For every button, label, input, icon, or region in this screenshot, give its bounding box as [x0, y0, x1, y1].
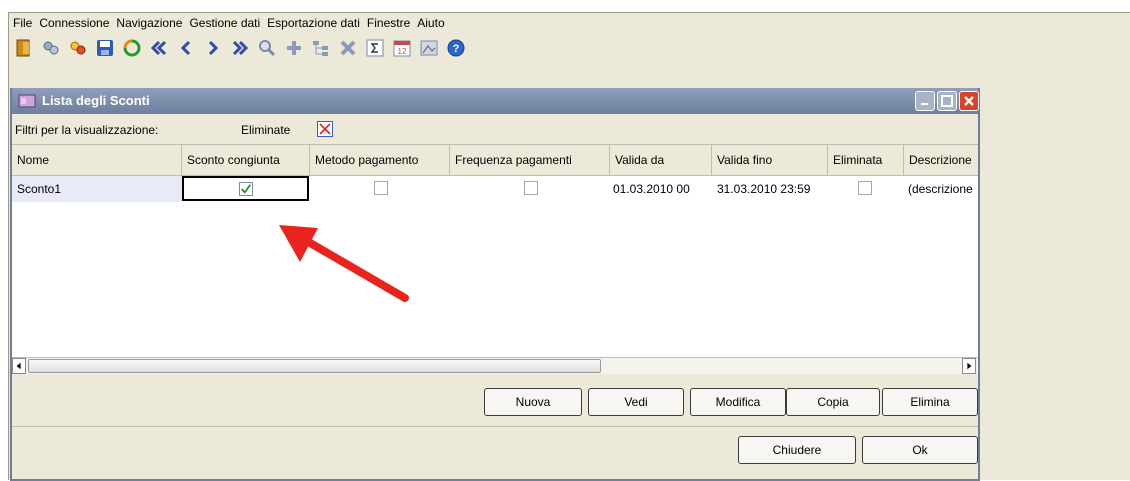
exit-icon[interactable]	[13, 37, 35, 59]
filter-bar: Filtri per la visualizzazione: Eliminate	[12, 114, 978, 145]
cell-nome[interactable]: Sconto1	[12, 176, 182, 202]
minimize-icon[interactable]	[915, 91, 935, 111]
column-header-sconto-congiunta[interactable]: Sconto congiunta	[182, 145, 310, 175]
discount-table: Nome Sconto congiunta Metodo pagamento F…	[12, 145, 978, 357]
column-header-valida-da[interactable]: Valida da	[610, 145, 712, 175]
filters-label: Filtri per la visualizzazione:	[15, 123, 159, 137]
tree-icon[interactable]	[310, 37, 332, 59]
maximize-icon[interactable]	[937, 91, 957, 111]
table-row[interactable]: Sconto1 01.03.2010 00 31.03.2010 23:59 (…	[12, 176, 978, 202]
cell-descrizione[interactable]: (descrizione	[904, 176, 978, 202]
ok-button[interactable]: Ok	[862, 436, 978, 464]
cell-sconto-congiunta[interactable]	[182, 176, 309, 201]
metodo-pagamento-checkbox[interactable]	[374, 181, 388, 195]
svg-text:?: ?	[453, 43, 460, 55]
vedi-button[interactable]: Vedi	[588, 388, 684, 416]
frequenza-pagamenti-checkbox[interactable]	[524, 181, 538, 195]
connect-icon[interactable]	[40, 37, 62, 59]
eliminate-filter-label: Eliminate	[241, 123, 291, 137]
window-icon	[18, 92, 36, 110]
calendar-icon[interactable]: 12	[391, 37, 413, 59]
next-record-icon[interactable]	[202, 37, 224, 59]
copia-button[interactable]: Copia	[786, 388, 880, 416]
scroll-right-icon[interactable]	[962, 358, 976, 374]
eliminate-filter-checkbox[interactable]	[317, 121, 333, 137]
eliminata-checkbox[interactable]	[858, 181, 872, 195]
column-header-nome[interactable]: Nome	[12, 145, 182, 175]
sconto-congiunta-checkbox[interactable]	[239, 182, 253, 196]
menu-finestre[interactable]: Finestre	[363, 13, 413, 33]
window-titlebar[interactable]: Lista degli Sconti	[12, 88, 979, 114]
column-header-descrizione[interactable]: Descrizione	[904, 145, 978, 175]
previous-record-icon[interactable]	[175, 37, 197, 59]
help-icon[interactable]: ?	[445, 37, 467, 59]
delete-icon[interactable]	[337, 37, 359, 59]
action-button-bar: Nuova Vedi Modifica Copia Elimina	[12, 378, 978, 427]
menu-file[interactable]: File	[9, 13, 35, 33]
window-title: Lista degli Sconti	[42, 93, 150, 108]
close-icon[interactable]	[959, 91, 979, 111]
menu-bar: File Connessione Navigazione Gestione da…	[9, 13, 1130, 33]
nuova-button[interactable]: Nuova	[484, 388, 582, 416]
table-header: Nome Sconto congiunta Metodo pagamento F…	[12, 145, 978, 176]
menu-connessione[interactable]: Connessione	[35, 13, 112, 33]
chiudere-button[interactable]: Chiudere	[738, 436, 856, 464]
menu-aiuto[interactable]: Aiuto	[413, 13, 447, 33]
save-icon[interactable]	[94, 37, 116, 59]
application-window: File Connessione Navigazione Gestione da…	[8, 12, 1130, 481]
search-icon[interactable]	[256, 37, 278, 59]
menu-navigazione[interactable]: Navigazione	[112, 13, 185, 33]
calendar-day-text: 12	[398, 47, 407, 56]
discount-list-window: Lista degli Sconti Filtri per la visuali…	[10, 88, 980, 481]
sum-icon[interactable]	[364, 37, 386, 59]
disconnect-icon[interactable]	[67, 37, 89, 59]
toolbar: 12 ?	[9, 33, 1130, 63]
scrollbar-thumb[interactable]	[28, 359, 601, 373]
column-header-valida-fino[interactable]: Valida fino	[712, 145, 828, 175]
menu-esportazione-dati[interactable]: Esportazione dati	[263, 13, 363, 33]
column-header-eliminata[interactable]: Eliminata	[828, 145, 904, 175]
first-record-icon[interactable]	[148, 37, 170, 59]
modifica-button[interactable]: Modifica	[690, 388, 786, 416]
image-icon[interactable]	[418, 37, 440, 59]
elimina-button[interactable]: Elimina	[882, 388, 978, 416]
menu-gestione-dati[interactable]: Gestione dati	[185, 13, 263, 33]
last-record-icon[interactable]	[229, 37, 251, 59]
scroll-left-icon[interactable]	[12, 358, 26, 374]
column-header-metodo-pagamento[interactable]: Metodo pagamento	[310, 145, 450, 175]
dialog-button-bar: Chiudere Ok	[12, 426, 978, 479]
cell-valida-fino[interactable]: 31.03.2010 23:59	[714, 176, 828, 202]
column-header-frequenza-pagamenti[interactable]: Frequenza pagamenti	[450, 145, 610, 175]
horizontal-scrollbar[interactable]	[12, 357, 978, 374]
cell-valida-da[interactable]: 01.03.2010 00	[610, 176, 714, 202]
add-icon[interactable]	[283, 37, 305, 59]
refresh-icon[interactable]	[121, 37, 143, 59]
